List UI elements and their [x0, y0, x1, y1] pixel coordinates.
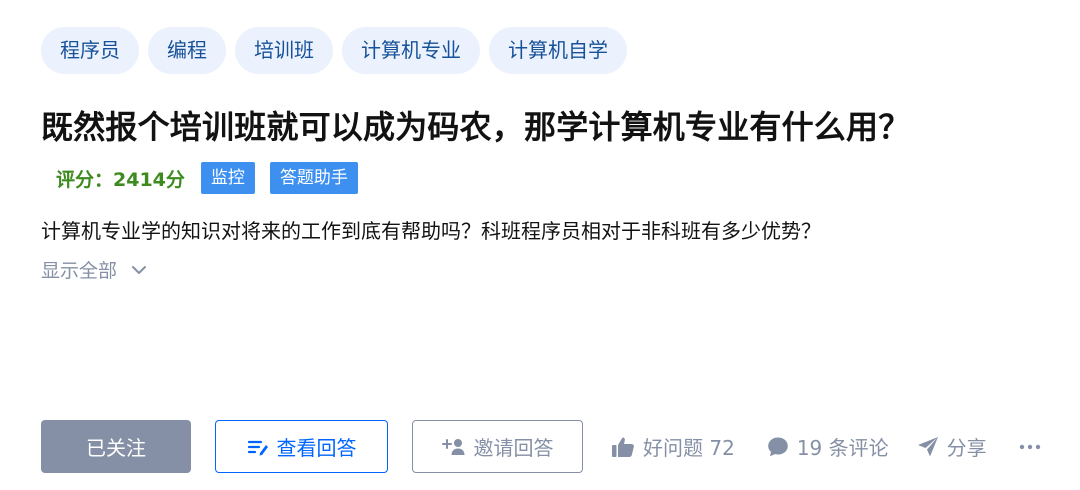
add-user-icon: [441, 438, 464, 455]
more-button[interactable]: [1019, 444, 1041, 450]
show-all-label: 显示全部: [41, 260, 118, 282]
comment-icon: [768, 437, 788, 457]
comments-button[interactable]: 19 条评论: [767, 432, 889, 461]
question-title: 既然报个培训班就可以成为码农，那学计算机专业有什么用？: [41, 108, 911, 146]
answer-assistant-badge[interactable]: 答题助手: [269, 162, 358, 194]
followed-button[interactable]: 已关注: [41, 420, 191, 473]
question-score: 评分：2414分: [56, 168, 185, 191]
question-actions: 已关注 查看回答 邀请回答 好问题 72 19 条评论 分享: [41, 420, 1041, 473]
topic-tag-cs-self-study[interactable]: 计算机自学: [489, 27, 627, 74]
thumb-up-icon: [612, 437, 634, 457]
invite-answer-label: 邀请回答: [473, 436, 554, 460]
question-meta: 评分：2414分 监控 答题助手: [41, 162, 373, 194]
share-icon: [917, 437, 938, 457]
show-all-button[interactable]: 显示全部: [41, 256, 147, 283]
topic-tag-training-class[interactable]: 培训班: [235, 27, 333, 74]
share-button[interactable]: 分享: [917, 432, 987, 461]
view-answers-button[interactable]: 查看回答: [215, 420, 388, 473]
more-icon: [1019, 444, 1040, 449]
share-label: 分享: [946, 436, 987, 460]
question-description: 计算机专业学的知识对将来的工作到底有帮助吗？科班程序员相对于非科班有多少优势？: [41, 219, 821, 243]
good-question-label: 好问题 72: [643, 436, 735, 460]
comments-label: 19 条评论: [796, 436, 889, 460]
topic-tag-programmer[interactable]: 程序员: [41, 27, 139, 74]
view-answers-label: 查看回答: [276, 436, 357, 460]
followed-label: 已关注: [86, 436, 146, 460]
monitor-badge[interactable]: 监控: [200, 162, 255, 194]
invite-answer-button[interactable]: 邀请回答: [412, 420, 583, 473]
list-answer-icon: [247, 440, 268, 455]
topic-tags: 程序员 编程 培训班 计算机专业 计算机自学: [41, 27, 627, 74]
topic-tag-cs-major[interactable]: 计算机专业: [342, 27, 480, 74]
good-question-button[interactable]: 好问题 72: [611, 432, 735, 461]
chevron-down-icon: [132, 265, 147, 274]
topic-tag-programming[interactable]: 编程: [148, 27, 226, 74]
